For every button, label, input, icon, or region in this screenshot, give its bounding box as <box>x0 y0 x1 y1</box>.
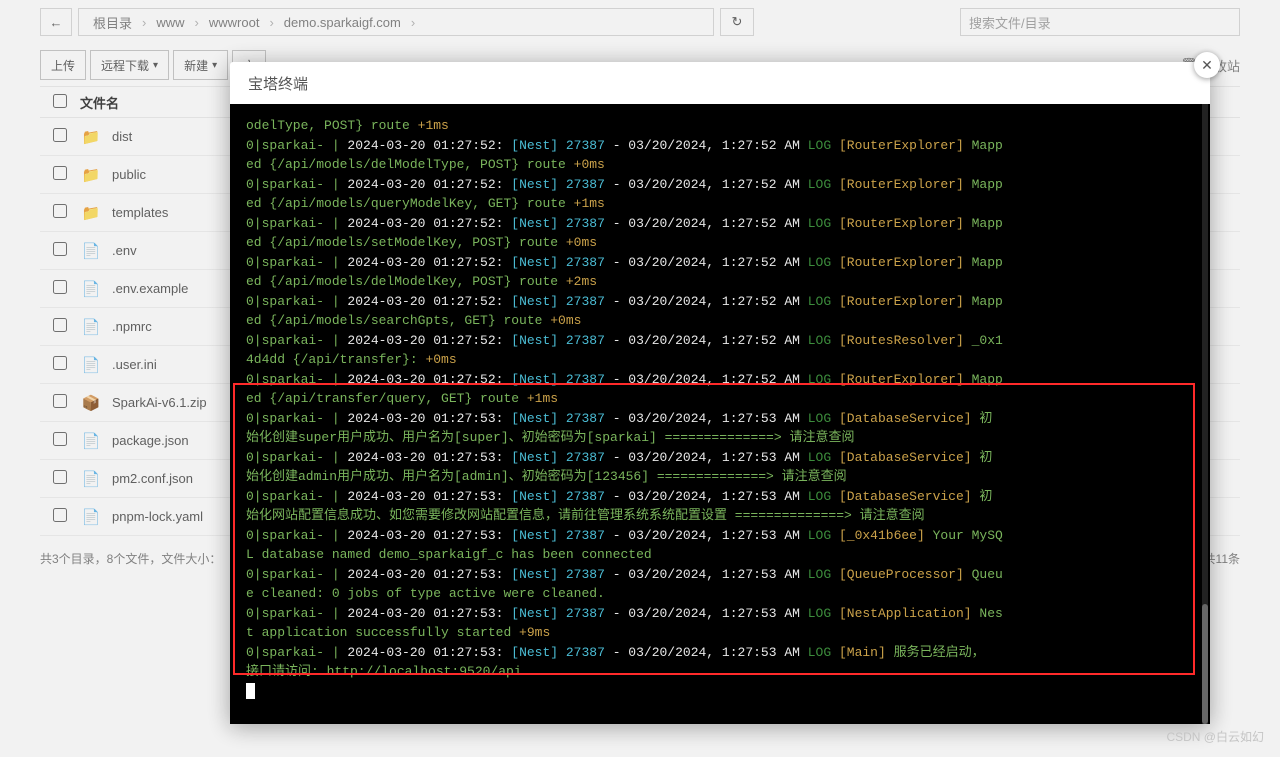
close-icon: ✕ <box>1201 57 1213 74</box>
terminal-modal: ✕ 宝塔终端 odelType, POST} route +1ms0|spark… <box>230 62 1210 724</box>
scrollbar-thumb[interactable] <box>1202 604 1208 724</box>
terminal-scrollbar[interactable] <box>1202 104 1208 724</box>
watermark: CSDN @白云如幻 <box>1166 728 1264 745</box>
terminal-cursor <box>246 683 255 699</box>
close-button[interactable]: ✕ <box>1194 52 1220 78</box>
modal-title: 宝塔终端 <box>230 62 1210 104</box>
terminal-output[interactable]: odelType, POST} route +1ms0|sparkai- | 2… <box>230 104 1210 724</box>
